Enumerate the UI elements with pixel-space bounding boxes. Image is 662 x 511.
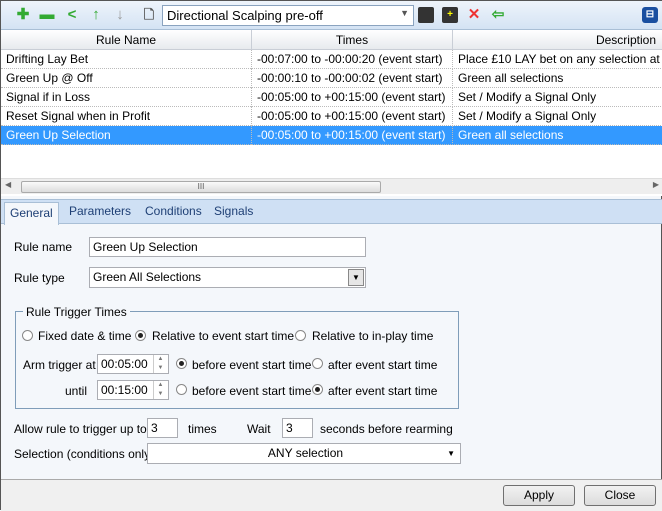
save-as-icon[interactable]: + xyxy=(442,7,458,23)
rule-type-value: Green All Selections xyxy=(93,270,202,284)
cell-description: Green all selections xyxy=(453,126,662,145)
strategy-select[interactable]: Directional Scalping pre-off ▼ xyxy=(162,5,414,26)
cell-description: Set / Modify a Signal Only xyxy=(453,107,662,126)
wait-label: Wait xyxy=(247,422,271,436)
cell-rule-name: Signal if in Loss xyxy=(1,88,252,107)
rule-type-label: Rule type xyxy=(14,271,65,285)
branch-icon[interactable]: < xyxy=(64,7,80,23)
scroll-left-icon[interactable]: ◀ xyxy=(5,180,11,189)
apply-button[interactable]: Apply xyxy=(503,485,575,506)
table-row[interactable]: Drifting Lay Bet -00:07:00 to -00:00:20 (… xyxy=(1,50,662,69)
until-time-spinner[interactable]: ▲ ▼ xyxy=(153,381,167,399)
radio-arm-before[interactable] xyxy=(176,358,187,369)
group-title: Rule Trigger Times xyxy=(23,305,130,319)
footer: Apply Close xyxy=(1,479,662,511)
scroll-thumb[interactable]: III xyxy=(21,181,381,193)
rules-grid: Rule Name Times Description Drifting Lay… xyxy=(1,30,662,196)
column-rule-name[interactable]: Rule Name xyxy=(1,30,252,50)
allow-trigger-label: Allow rule to trigger up to xyxy=(14,422,147,436)
tab-parameters[interactable]: Parameters xyxy=(69,204,131,218)
wait-seconds-input[interactable] xyxy=(282,418,313,438)
cell-description: Place £10 LAY bet on any selection at 1 … xyxy=(453,50,662,69)
close-button[interactable]: Close xyxy=(584,485,656,506)
label-relative-event-start: Relative to event start time xyxy=(152,329,295,343)
save-icon[interactable] xyxy=(418,7,434,23)
table-row[interactable]: Green Up Selection -00:05:00 to +00:15:00… xyxy=(1,126,662,145)
new-document-icon[interactable]: 🗋 xyxy=(141,7,157,23)
label-relative-in-play: Relative to in-play time xyxy=(312,329,434,343)
label-until-before: before event start time xyxy=(192,384,312,398)
rule-type-select[interactable]: Green All Selections ▼ xyxy=(89,267,366,288)
scroll-right-icon[interactable]: ▶ xyxy=(653,180,659,189)
radio-until-after[interactable] xyxy=(312,384,323,395)
cell-times: -00:05:00 to +00:15:00 (event start) xyxy=(252,126,453,145)
chevron-down-icon: ▼ xyxy=(400,8,409,18)
selection-label: Selection (conditions only) xyxy=(14,447,155,461)
cell-times: -00:00:10 to -00:00:02 (event start) xyxy=(252,69,453,88)
arm-trigger-label: Arm trigger at xyxy=(23,358,96,372)
delete-icon[interactable]: ✕ xyxy=(466,7,482,23)
remove-icon[interactable]: ▬ xyxy=(39,7,55,23)
import-icon[interactable]: ⇦ xyxy=(490,7,506,23)
radio-fixed-date[interactable] xyxy=(22,330,33,341)
tab-signals[interactable]: Signals xyxy=(214,204,253,218)
pin-icon[interactable]: ⊟ xyxy=(642,7,658,23)
cell-rule-name: Drifting Lay Bet xyxy=(1,50,252,69)
selection-value: ANY selection xyxy=(267,446,344,460)
times-label: times xyxy=(188,422,217,436)
chevron-down-icon: ▼ xyxy=(447,449,455,458)
label-until-after: after event start time xyxy=(328,384,438,398)
table-row[interactable]: Green Up @ Off -00:00:10 to -00:00:02 (ev… xyxy=(1,69,662,88)
add-icon[interactable]: ✚ xyxy=(15,7,31,23)
chevron-down-icon: ▼ xyxy=(348,269,364,286)
label-arm-before: before event start time xyxy=(192,358,312,372)
table-row[interactable]: Reset Signal when in Profit -00:05:00 to … xyxy=(1,107,662,126)
label-arm-after: after event start time xyxy=(328,358,438,372)
horizontal-scrollbar[interactable]: ◀ III ▶ xyxy=(1,178,662,194)
column-description[interactable]: Description xyxy=(453,30,662,50)
tab-general[interactable]: General xyxy=(4,202,59,225)
move-down-icon[interactable]: ↓ xyxy=(112,7,128,23)
move-up-icon[interactable]: ↑ xyxy=(88,7,104,23)
label-fixed-date: Fixed date & time xyxy=(38,329,132,343)
cell-rule-name: Green Up Selection xyxy=(1,126,252,145)
radio-relative-in-play[interactable] xyxy=(295,330,306,341)
cell-description: Set / Modify a Signal Only xyxy=(453,88,662,107)
toolbar: ✚ ▬ < ↑ ↓ 🗋 Directional Scalping pre-off… xyxy=(1,1,662,30)
tab-conditions[interactable]: Conditions xyxy=(145,204,202,218)
cell-times: -00:05:00 to +00:15:00 (event start) xyxy=(252,107,453,126)
strategy-name: Directional Scalping pre-off xyxy=(167,8,323,23)
trigger-count-input[interactable] xyxy=(147,418,178,438)
arm-time-spinner[interactable]: ▲ ▼ xyxy=(153,355,167,373)
selection-select[interactable]: ANY selection ▼ xyxy=(147,443,461,464)
radio-relative-event-start[interactable] xyxy=(135,330,146,341)
table-row[interactable]: Signal if in Loss -00:05:00 to +00:15:00 … xyxy=(1,88,662,107)
cell-times: -00:07:00 to -00:00:20 (event start) xyxy=(252,50,453,69)
radio-until-before[interactable] xyxy=(176,384,187,395)
column-times[interactable]: Times xyxy=(252,30,453,50)
tab-strip: General Parameters Conditions Signals xyxy=(1,199,662,225)
rule-name-label: Rule name xyxy=(14,240,73,254)
cell-description: Green all selections xyxy=(453,69,662,88)
seconds-label: seconds before rearming xyxy=(320,422,453,436)
cell-rule-name: Green Up @ Off xyxy=(1,69,252,88)
rule-name-input[interactable] xyxy=(89,237,366,257)
radio-arm-after[interactable] xyxy=(312,358,323,369)
cell-rule-name: Reset Signal when in Profit xyxy=(1,107,252,126)
cell-times: -00:05:00 to +00:15:00 (event start) xyxy=(252,88,453,107)
until-label: until xyxy=(65,384,88,398)
